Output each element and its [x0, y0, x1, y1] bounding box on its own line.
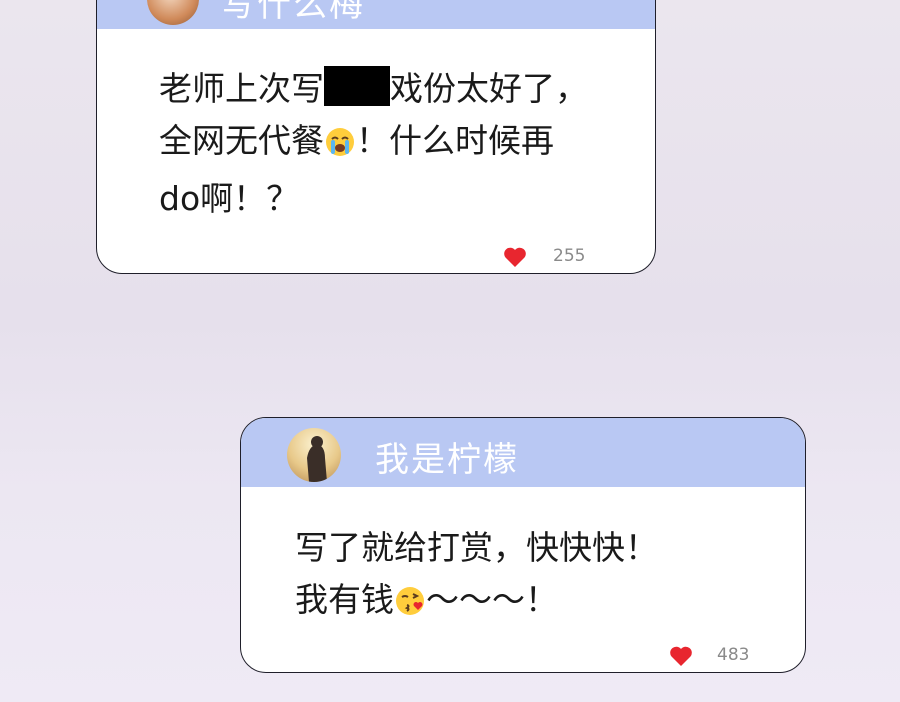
like-count: 255 [553, 246, 586, 266]
comment-text: 老师上次写 [159, 69, 324, 108]
username[interactable]: 我是柠檬 [375, 432, 519, 481]
comment-card: 写什么梅 老师上次写 戏份太好了， 全网无代餐 ！什么时候再 do啊！？ 255 [96, 0, 656, 274]
comment-header: 写什么梅 [97, 0, 655, 29]
comment-text: do啊！？ [159, 179, 300, 218]
heart-icon[interactable] [503, 246, 527, 268]
avatar[interactable] [147, 0, 199, 25]
comment-line: 全网无代餐 ！什么时候再 [159, 115, 588, 173]
comment-text: ！什么时候再 [356, 121, 554, 160]
comment-header: 我是柠檬 [241, 418, 805, 487]
comment-body: 写了就给打赏，快快快！ 我有钱 〜〜〜！ [295, 522, 658, 632]
comment-line: 写了就给打赏，快快快！ [295, 522, 658, 574]
comment-line: 老师上次写 戏份太好了， [159, 63, 588, 115]
like-count: 483 [717, 645, 750, 665]
comment-body: 老师上次写 戏份太好了， 全网无代餐 ！什么时候再 do啊！？ [159, 63, 588, 225]
comment-text: 戏份太好了， [390, 69, 588, 108]
comment-card: 我是柠檬 写了就给打赏，快快快！ 我有钱 〜〜〜！ 483 [240, 417, 806, 673]
avatar[interactable] [287, 428, 341, 482]
comment-text: 〜〜〜！ [426, 580, 558, 619]
comment-text: 我有钱 [295, 580, 394, 619]
heart-icon[interactable] [669, 645, 693, 667]
username[interactable]: 写什么梅 [221, 0, 365, 26]
face-blowing-kiss-emoji [394, 580, 426, 632]
loudly-crying-face-emoji [324, 121, 356, 173]
comment-text: 写了就给打赏，快快快！ [295, 528, 658, 567]
comment-line: 我有钱 〜〜〜！ [295, 574, 658, 632]
comment-text: 全网无代餐 [159, 121, 324, 160]
comment-line: do啊！？ [159, 173, 588, 225]
redaction-block [324, 66, 390, 106]
